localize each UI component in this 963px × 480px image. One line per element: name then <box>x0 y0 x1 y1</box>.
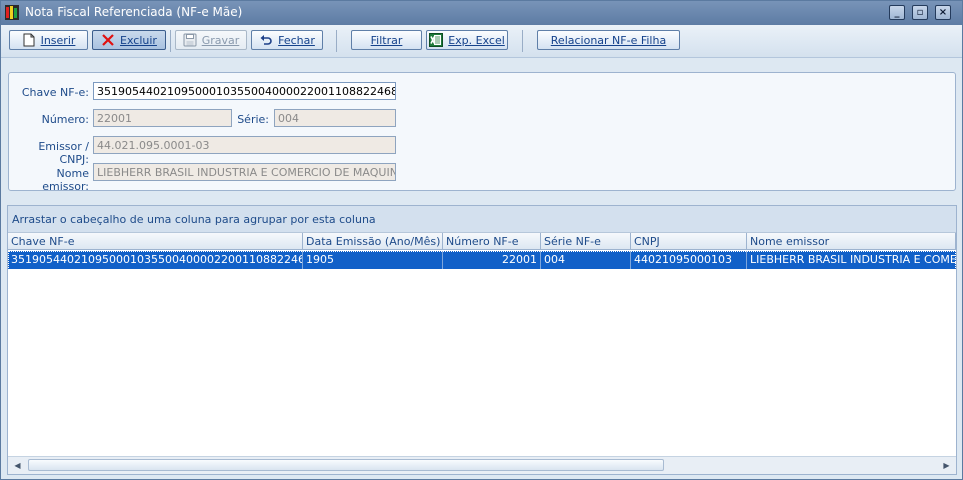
restore-icon: ▫ <box>916 6 924 18</box>
toolbar: Inserir Excluir Gravar Fechar Filtrar Ex… <box>1 25 962 58</box>
fechar-label: Fechar <box>278 33 315 47</box>
excluir-button[interactable]: Excluir <box>92 30 166 50</box>
relacionar-nfe-filha-button[interactable]: Relacionar NF-e Filha <box>537 30 680 50</box>
undo-arrow-icon <box>260 35 272 45</box>
horizontal-scrollbar[interactable]: ◀ ▶ <box>8 456 956 474</box>
excluir-label: Excluir <box>120 33 157 47</box>
exp-excel-button[interactable]: Exp. Excel <box>426 30 508 50</box>
scroll-left-arrow-icon[interactable]: ◀ <box>10 458 25 473</box>
close-button[interactable]: × <box>935 5 951 20</box>
gravar-label: Gravar <box>201 33 240 47</box>
table-row[interactable]: 3519054402109500010355004000022001108822… <box>8 251 956 269</box>
relacionar-label: Relacionar NF-e Filha <box>550 33 667 47</box>
emissor-cnpj-label: Emissor / CNPJ: <box>38 140 89 166</box>
group-by-panel[interactable]: Arrastar o cabeçalho de uma coluna para … <box>8 206 956 233</box>
column-header-chave[interactable]: Chave NF-e <box>8 233 303 250</box>
nfe-grid: Arrastar o cabeçalho de uma coluna para … <box>7 205 957 475</box>
serie-input[interactable]: 004 <box>274 109 396 127</box>
cell-cnpj: 44021095000103 <box>631 251 747 269</box>
nome-emissor-input[interactable]: LIEBHERR BRASIL INDUSTRIA E COMERCIO DE … <box>93 163 396 181</box>
chave-label: Chave NF-e: <box>21 86 89 99</box>
emissor-cnpj-input[interactable]: 44.021.095.0001-03 <box>93 136 396 154</box>
cell-chave: 3519054402109500010355004000022001108822… <box>8 251 303 269</box>
numero-input[interactable]: 22001 <box>93 109 232 127</box>
column-header-nome-emissor[interactable]: Nome emissor <box>747 233 956 250</box>
minimize-button[interactable]: _ <box>889 5 905 20</box>
inserir-button[interactable]: Inserir <box>9 30 88 50</box>
column-header-numero[interactable]: Número NF-e <box>443 233 541 250</box>
app-window: Nota Fiscal Referenciada (NF-e Mãe) _ ▫ … <box>0 0 963 480</box>
inserir-label: Inserir <box>40 33 76 47</box>
toolbar-separator <box>170 30 171 52</box>
gravar-button[interactable]: Gravar <box>175 30 247 50</box>
filtrar-label: Filtrar <box>370 33 403 47</box>
serie-label: Série: <box>237 113 269 126</box>
filtrar-button[interactable]: Filtrar <box>351 30 422 50</box>
scrollbar-thumb[interactable] <box>28 459 664 471</box>
nome-emissor-label: Nome emissor: <box>42 167 89 193</box>
cell-serie: 004 <box>541 251 631 269</box>
cell-nome-emissor: LIEBHERR BRASIL INDUSTRIA E COMERCIO <box>750 253 956 266</box>
exp-excel-label: Exp. Excel <box>448 33 505 47</box>
nfe-form-panel: Chave NF-e: 3519054402109500010355004000… <box>8 72 956 193</box>
restore-button[interactable]: ▫ <box>912 5 928 20</box>
column-header-serie[interactable]: Série NF-e <box>541 233 631 250</box>
scroll-right-arrow-icon[interactable]: ▶ <box>939 458 954 473</box>
minimize-icon: _ <box>894 6 900 18</box>
delete-x-icon <box>102 34 114 46</box>
numero-label: Número: <box>41 113 89 126</box>
fechar-button[interactable]: Fechar <box>251 30 323 50</box>
cell-numero: 22001 <box>443 251 541 269</box>
window-title: Nota Fiscal Referenciada (NF-e Mãe) <box>25 5 243 19</box>
column-header-data-emissao[interactable]: Data Emissão (Ano/Mês) <box>303 233 443 250</box>
group-by-hint: Arrastar o cabeçalho de uma coluna para … <box>12 213 376 226</box>
toolbar-separator <box>522 30 523 52</box>
cell-data-emissao: 1905 <box>303 251 443 269</box>
chave-input[interactable]: 3519054402109500010355004000022001108822… <box>93 82 396 100</box>
save-disk-icon <box>183 33 197 47</box>
excel-icon <box>429 33 444 47</box>
column-header-cnpj[interactable]: CNPJ <box>631 233 747 250</box>
toolbar-separator <box>336 30 337 52</box>
close-icon: × <box>938 6 948 18</box>
title-bar[interactable]: Nota Fiscal Referenciada (NF-e Mãe) _ ▫ … <box>1 1 962 25</box>
new-document-icon <box>23 33 35 47</box>
app-logo-icon <box>5 5 19 20</box>
